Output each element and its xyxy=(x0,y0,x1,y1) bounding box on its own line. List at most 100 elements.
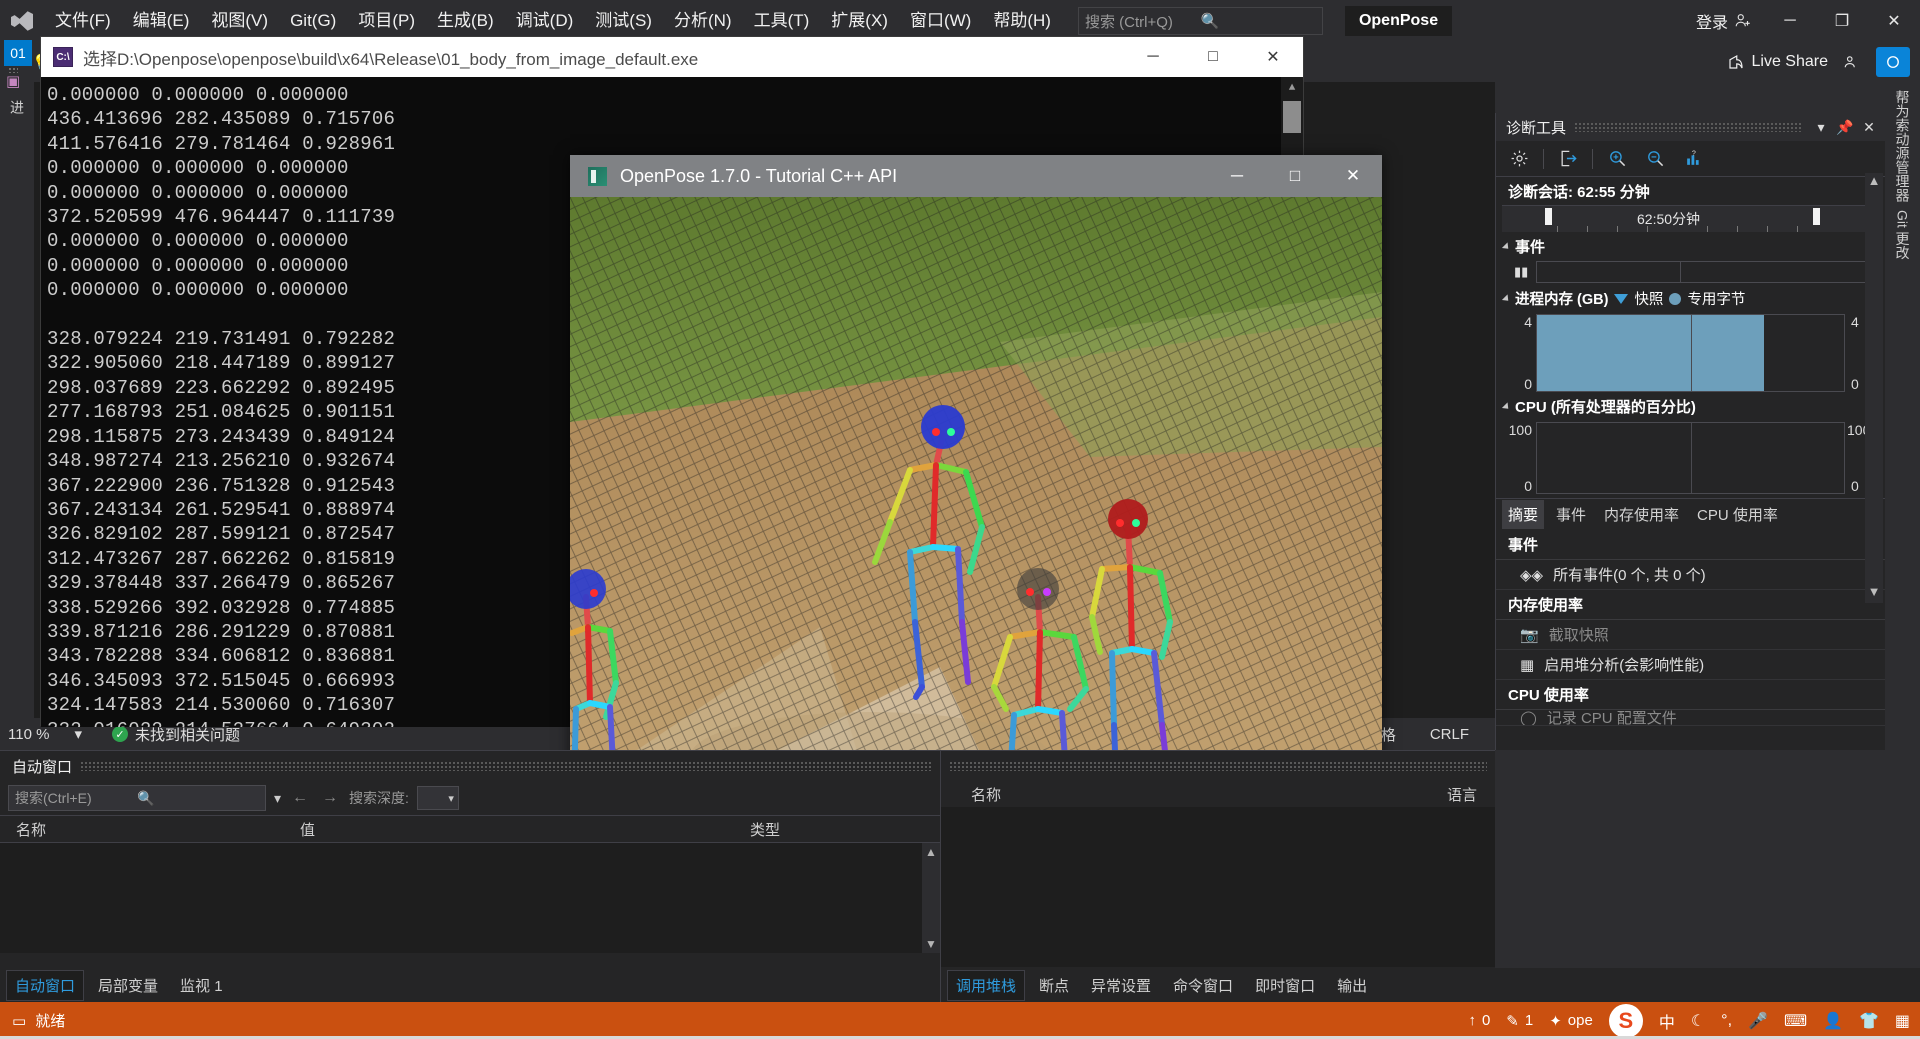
tab-memory-usage[interactable]: 内存使用率 xyxy=(1598,500,1685,529)
pending-changes[interactable]: ✎ 1 xyxy=(1506,1012,1533,1030)
gear-icon[interactable] xyxy=(1502,144,1536,174)
console-maximize-button[interactable]: □ xyxy=(1183,37,1243,77)
openpose-window[interactable]: OpenPose 1.7.0 - Tutorial C++ API ─ □ ✕ xyxy=(570,155,1382,795)
cpu-graph[interactable]: 100 0 100 0 xyxy=(1502,422,1879,494)
summary-cpu-record-row[interactable]: ◯ 记录 CPU 配置文件 xyxy=(1496,710,1885,726)
ime-language-indicator[interactable]: 中 xyxy=(1659,1009,1675,1033)
zoom-level-selector[interactable]: 110 % ▾ xyxy=(0,725,90,744)
events-icon: ◈◈ xyxy=(1520,566,1544,584)
sign-in-button[interactable]: 登录 xyxy=(1684,9,1764,33)
punctuation-icon[interactable]: °, xyxy=(1721,1012,1732,1030)
panel-drag-dots[interactable] xyxy=(1574,122,1801,132)
openpose-title-bar[interactable]: OpenPose 1.7.0 - Tutorial C++ API ─ □ ✕ xyxy=(570,155,1382,197)
search-depth-stepper[interactable]: ▾ xyxy=(416,786,459,810)
session-timeline-ruler[interactable]: 62:50分钟 xyxy=(1502,205,1879,232)
tab-locals[interactable]: 局部变量 xyxy=(90,971,166,1000)
pin-icon[interactable]: 📌 xyxy=(1833,119,1857,136)
timeline-tick xyxy=(1767,226,1768,232)
callstack-col-name[interactable]: 名称 xyxy=(941,784,1161,805)
tab-exception-settings[interactable]: 异常设置 xyxy=(1083,971,1159,1000)
pose-estimation-image xyxy=(570,197,1382,795)
openpose-minimize-button[interactable]: ─ xyxy=(1208,155,1266,197)
people-icon[interactable] xyxy=(1842,53,1862,71)
export-icon[interactable] xyxy=(1551,144,1585,174)
caret-up-icon[interactable]: ▲ xyxy=(1865,173,1883,188)
timeline-marker-start[interactable] xyxy=(1545,208,1552,225)
eol-indicator[interactable]: CRLF xyxy=(1430,726,1469,743)
breakpoint-badge[interactable]: 01 xyxy=(4,40,32,66)
tab-summary[interactable]: 摘要 xyxy=(1502,500,1545,529)
callstack-grid[interactable] xyxy=(941,807,1495,967)
tab-watch-1[interactable]: 监视 1 xyxy=(172,971,231,1000)
window-close-button[interactable]: ✕ xyxy=(1868,0,1920,42)
autos-grid[interactable]: ▲ ▼ xyxy=(0,843,940,953)
caret-up-icon[interactable]: ▲ xyxy=(1281,77,1303,99)
console-title-bar[interactable]: C:\ 选择D:\Openpose\openpose\build\x64\Rel… xyxy=(41,37,1303,77)
events-section-header[interactable]: 事件 xyxy=(1496,232,1885,260)
caret-up-icon[interactable]: ▲ xyxy=(922,843,940,859)
sogou-icon[interactable]: S xyxy=(1608,1003,1643,1038)
console-close-button[interactable]: ✕ xyxy=(1243,37,1303,77)
chevron-down-icon[interactable]: ▾ xyxy=(1809,119,1833,136)
events-lane-right xyxy=(1680,261,1877,283)
source-control-up[interactable]: ↑ 0 xyxy=(1468,1012,1490,1029)
person-card-icon[interactable]: 👤 xyxy=(1823,1011,1843,1031)
diagnostics-graph-scrollbar[interactable]: ▲ ▼ xyxy=(1865,173,1883,603)
microphone-icon[interactable]: 🎤 xyxy=(1748,1011,1768,1031)
caret-down-icon[interactable]: ▼ xyxy=(1865,584,1883,599)
zoom-out-icon[interactable] xyxy=(1638,144,1672,174)
notifications-badge[interactable] xyxy=(1876,47,1910,77)
autos-col-type[interactable]: 类型 xyxy=(750,819,940,840)
console-minimize-button[interactable]: ─ xyxy=(1123,37,1183,77)
tab-call-stack[interactable]: 调用堆栈 xyxy=(947,969,1026,1001)
summary-all-events-row[interactable]: ◈◈ 所有事件(0 个, 共 0 个) xyxy=(1496,560,1885,590)
tab-immediate-window[interactable]: 即时窗口 xyxy=(1247,971,1323,1000)
memory-series-fill xyxy=(1537,315,1765,391)
moon-icon[interactable]: ☾ xyxy=(1691,1011,1705,1031)
tab-breakpoints[interactable]: 断点 xyxy=(1031,971,1077,1000)
quick-search-input[interactable]: 搜索 (Ctrl+Q) 🔍 xyxy=(1077,7,1323,35)
summary-enable-heap-row[interactable]: ▦ 启用堆分析(会影响性能) xyxy=(1496,650,1885,680)
chevron-down-icon[interactable]: ▾ xyxy=(274,790,281,807)
openpose-close-button[interactable]: ✕ xyxy=(1324,155,1382,197)
live-share-button[interactable]: Live Share xyxy=(1727,53,1828,71)
triangle-down-icon xyxy=(1614,293,1629,304)
window-restore-button[interactable]: ❐ xyxy=(1816,0,1868,42)
tab-command-window[interactable]: 命令窗口 xyxy=(1165,971,1241,1000)
chart-help-icon[interactable]: ? xyxy=(1676,144,1710,174)
chip-icon: ▦ xyxy=(1520,656,1535,674)
memory-graph[interactable]: 4 0 4 0 xyxy=(1502,314,1879,392)
cpu-section-label: CPU (所有处理器的百分比) xyxy=(1515,399,1696,416)
panel-drag-dots[interactable] xyxy=(949,761,1487,771)
autos-search-input[interactable]: 搜索(Ctrl+E) 🔍 xyxy=(8,785,266,811)
tab-events[interactable]: 事件 xyxy=(1550,500,1592,529)
autos-vertical-scrollbar[interactable]: ▲ ▼ xyxy=(922,843,940,953)
panel-drag-dots[interactable] xyxy=(80,761,932,771)
right-rail-label-top[interactable]: 帮为索动源管理器 xyxy=(1893,90,1913,202)
caret-down-icon[interactable]: ▼ xyxy=(922,937,940,951)
circle-icon xyxy=(1669,292,1682,305)
git-branch-indicator[interactable]: ✦ ope xyxy=(1549,1012,1593,1030)
tab-autos[interactable]: 自动窗口 xyxy=(6,969,85,1001)
shirt-icon[interactable]: 👕 xyxy=(1859,1011,1879,1031)
callstack-col-language[interactable]: 语言 xyxy=(1161,784,1495,805)
tab-output[interactable]: 输出 xyxy=(1329,971,1375,1000)
zoom-in-icon[interactable] xyxy=(1600,144,1634,174)
autos-col-value[interactable]: 值 xyxy=(300,819,750,840)
scrollbar-thumb[interactable] xyxy=(1283,101,1301,133)
close-icon[interactable]: ✕ xyxy=(1857,119,1881,136)
right-rail-label-bottom[interactable]: Git 更改 xyxy=(1893,210,1913,260)
arrow-right-icon[interactable]: → xyxy=(319,789,341,807)
timeline-marker-end[interactable] xyxy=(1813,208,1820,225)
apps-grid-icon[interactable]: ▦ xyxy=(1895,1011,1910,1031)
cpu-section-header[interactable]: CPU (所有处理器的百分比) xyxy=(1496,392,1885,420)
window-minimize-button[interactable]: ─ xyxy=(1764,0,1816,42)
tab-cpu-usage[interactable]: CPU 使用率 xyxy=(1691,500,1784,529)
arrow-left-icon[interactable]: ← xyxy=(289,789,311,807)
memory-section-header[interactable]: 进程内存 (GB) 快照 专用字节 xyxy=(1496,284,1885,312)
summary-take-snapshot-row[interactable]: 📷 截取快照 xyxy=(1496,620,1885,650)
openpose-maximize-button[interactable]: □ xyxy=(1266,155,1324,197)
bookmark-icon[interactable]: ▣ xyxy=(6,72,20,90)
keyboard-icon[interactable]: ⌨ xyxy=(1784,1011,1807,1031)
autos-col-name[interactable]: 名称 xyxy=(0,819,300,840)
